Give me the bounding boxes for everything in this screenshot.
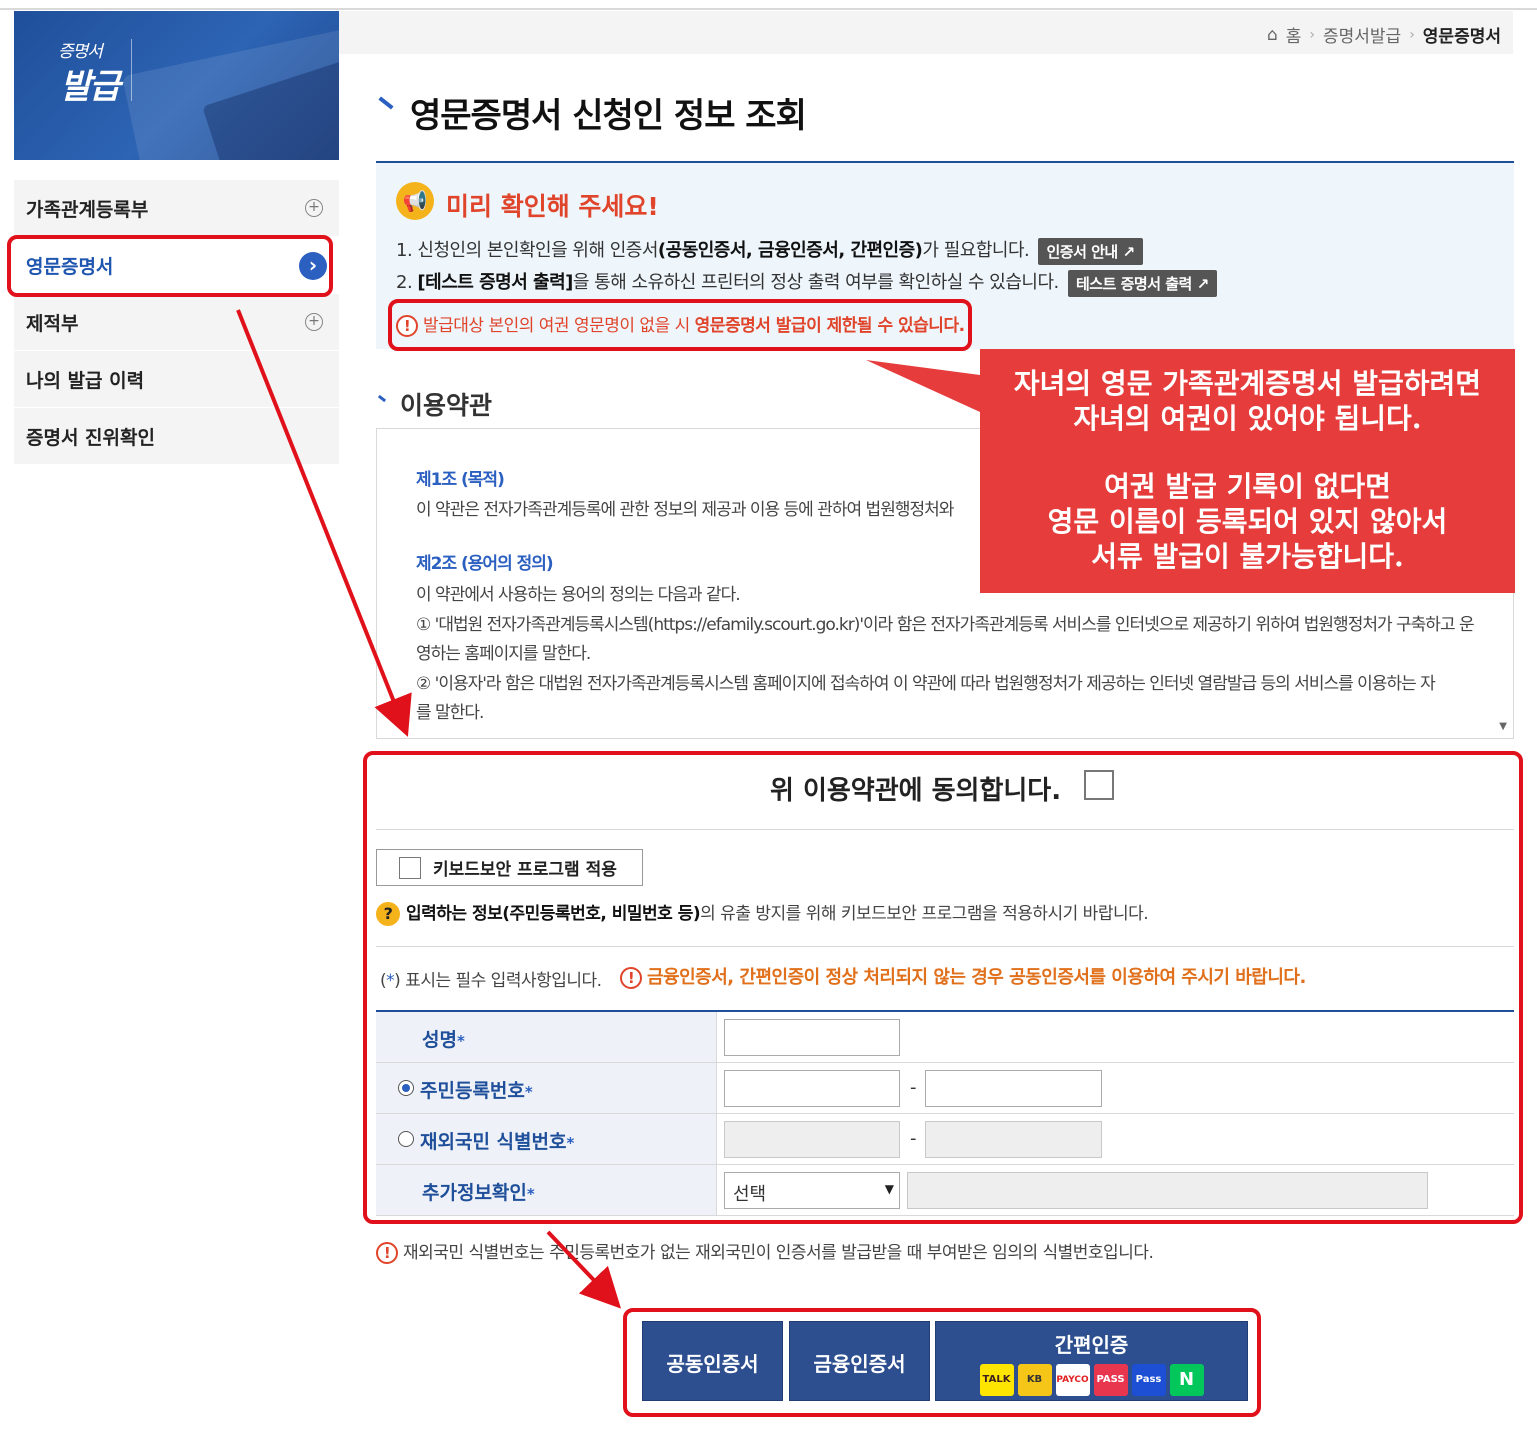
breadcrumb: ⌂ 홈 › 증명서발급 › 영문증명서	[1267, 22, 1501, 48]
notice-heading: 미리 확인해 주세요!	[446, 192, 659, 221]
plus-circle-icon: +	[305, 313, 323, 331]
plus-circle-icon: +	[305, 199, 323, 217]
megaphone-icon: 📢	[396, 182, 434, 220]
sidebar-item-verify[interactable]: 증명서 진위확인	[14, 408, 339, 465]
sidebar-menu: 가족관계등록부 + 영문증명서 › 제적부 + 나의 발급 이력 증명서 진위확…	[14, 180, 339, 465]
external-link-icon: ↗	[1196, 274, 1210, 293]
external-link-icon: ↗	[1122, 242, 1135, 261]
sidebar-item-removed-register[interactable]: 제적부 +	[14, 294, 339, 351]
breadcrumb-level1[interactable]: 증명서발급	[1323, 22, 1401, 47]
home-icon[interactable]: ⌂	[1267, 25, 1278, 45]
page-title: 영문증명서 신청인 정보 조회	[410, 96, 807, 136]
notice-line-1: 1. 신청인의 본인확인을 위해 인증서(공동인증서, 금융인증서, 간편인증)…	[396, 236, 1143, 265]
sidebar-item-label: 증명서 진위확인	[26, 426, 155, 449]
callout-line-5: 서류 발급이 불가능합니다.	[1091, 540, 1404, 573]
callout-line-4: 영문 이름이 등록되어 있지 않아서	[1047, 505, 1448, 538]
sidebar-item-issue-history[interactable]: 나의 발급 이력	[14, 351, 339, 408]
terms-article-1-text: 이 약관은 전자가족관계등록에 관한 정보의 제공과 이용 등에 관하여 법원행…	[416, 500, 954, 520]
terms-article-2-item-1b: 영하는 홈페이지를 말한다.	[416, 644, 591, 664]
title-mark	[378, 96, 394, 110]
terms-article-2-item-2a: ② '이용자'라 함은 대법원 전자가족관계등록시스템 홈페이지에 접속하여 이…	[416, 674, 1436, 694]
terms-article-2-item-1a: ① '대법원 전자가족관계등록시스템(https://efamily.scour…	[416, 615, 1475, 635]
chevron-right-icon: ›	[1409, 26, 1415, 43]
breadcrumb-current: 영문증명서	[1422, 27, 1501, 47]
terms-article-2-text: 이 약관에서 사용하는 용어의 정의는 다음과 같다.	[416, 585, 741, 605]
sidebar-item-label: 제적부	[26, 312, 79, 335]
callout-line-3: 여권 발급 기록이 없다면	[1104, 470, 1391, 503]
highlight-auth-buttons	[623, 1308, 1261, 1417]
sidebar-banner: 증명서 발급	[14, 11, 339, 160]
terms-article-1-title: 제1조 (목적)	[416, 470, 505, 490]
breadcrumb-home[interactable]: 홈	[1286, 22, 1302, 47]
banner-big-text: 발급	[60, 67, 121, 107]
chevron-right-icon: ›	[1309, 26, 1315, 43]
highlight-form	[363, 751, 1523, 1224]
callout-line-2: 자녀의 여권이 있어야 됩니다.	[1073, 402, 1422, 435]
subtitle-mark	[377, 394, 387, 403]
top-divider	[0, 8, 1537, 10]
terms-article-2-item-2b: 를 말한다.	[416, 703, 484, 723]
callout-note: 자녀의 영문 가족관계증명서 발급하려면 자녀의 여권이 있어야 됩니다. 여권…	[980, 349, 1515, 593]
sidebar-item-family-register[interactable]: 가족관계등록부 +	[14, 180, 339, 237]
foreign-id-note: ! 재외국민 식별번호는 주민등록번호가 없는 재외국민이 인증서를 발급받을 때…	[376, 1238, 1154, 1264]
sidebar-item-label: 가족관계등록부	[26, 198, 149, 221]
callout-line-1: 자녀의 영문 가족관계증명서 발급하려면	[1013, 367, 1482, 400]
exclamation-icon: !	[376, 1242, 398, 1264]
notice-line-2: 2. [테스트 증명서 출력]을 통해 소유하신 프린터의 정상 출력 여부를 …	[396, 268, 1217, 297]
certificate-guide-button[interactable]: 인증서 안내 ↗	[1038, 237, 1143, 265]
highlight-sidebar-item	[7, 235, 333, 297]
test-print-button[interactable]: 테스트 증명서 출력 ↗	[1067, 269, 1217, 297]
highlight-passport-warning	[388, 299, 972, 351]
scroll-down-icon[interactable]: ▼	[1499, 721, 1507, 732]
breadcrumb-bar: ⌂ 홈 › 증명서발급 › 영문증명서	[339, 11, 1513, 54]
terms-article-2-title: 제2조 (용어의 정의)	[416, 554, 554, 574]
terms-title: 이용약관	[400, 391, 493, 420]
sidebar-item-label: 나의 발급 이력	[26, 369, 145, 392]
